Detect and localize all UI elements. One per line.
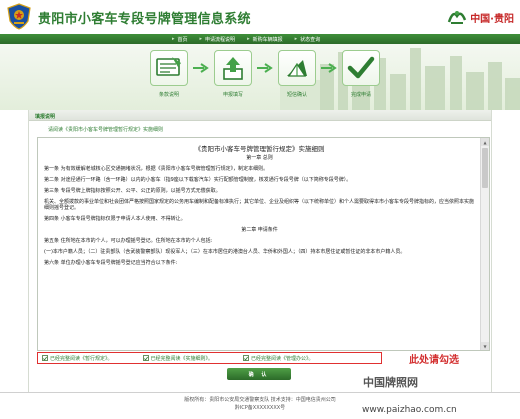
process-banner: 条款说明 申报填写 短信确认 完成申请 bbox=[0, 44, 520, 110]
doc-paragraph: 第五条 住所地在本市的个人，可以办理摇号登记。住所地在本市的个人包括: bbox=[44, 238, 213, 244]
nav-bullet-icon: ▸ bbox=[199, 36, 203, 42]
step-label: 条款说明 bbox=[158, 92, 179, 98]
agree-management-label: 已经完整阅读《管理办公》。 bbox=[251, 355, 314, 362]
agree-regulation-label: 已经完整阅读《暂行规定》。 bbox=[50, 355, 113, 362]
scrollbar-thumb[interactable] bbox=[482, 148, 488, 188]
document-scan-icon bbox=[156, 57, 181, 76]
confirm-button[interactable]: 确 认 bbox=[227, 368, 291, 380]
doc-title: 《贵阳市小客车号牌管理暂行规定》实施细则 bbox=[194, 145, 325, 153]
process-steps: 条款说明 申报填写 短信确认 完成申请 bbox=[148, 50, 382, 108]
doc-paragraph: 第二条 对途径通行一环路（含一环路）以内的小客车（指9座以下载客汽车）实行配额管… bbox=[44, 176, 352, 183]
nav-home-label: 首页 bbox=[177, 36, 188, 43]
nav-bullet-icon: ▸ bbox=[172, 36, 175, 42]
agree-regulation[interactable]: 已经完整阅读《暂行规定》。 bbox=[42, 355, 113, 362]
doc-paragraph: 第四条 小客车专段号牌指标仅限于申请人本人使用、不得转让。 bbox=[44, 216, 186, 222]
doc-paragraph: 机关、全额拨款的事业单位和社会团体严格按照国家规定的公务用车编制和配备标准执行；… bbox=[44, 198, 475, 212]
step-label: 完成申请 bbox=[350, 92, 371, 98]
nav-new-vehicle-label: 新购车辆填报 bbox=[252, 36, 283, 43]
step-label: 短信确认 bbox=[286, 92, 307, 98]
nav-status-label: 状态查询 bbox=[300, 36, 321, 43]
step-label: 申报填写 bbox=[222, 92, 243, 98]
doc-chapter-1: 第一章 总则 bbox=[246, 155, 273, 161]
scroll-down-icon[interactable]: ▼ bbox=[481, 342, 489, 350]
footer-copyright: 版权所有：贵阳市公安局交通警察支队 技术支持：中国电信贵州公司 bbox=[184, 397, 336, 403]
agree-rules-label: 已经完整阅读《实施细则》。 bbox=[150, 355, 214, 362]
system-title: 贵阳市小客车专段号牌管理信息系统 bbox=[38, 12, 251, 27]
doc-chapter-2: 第二章 申请条件 bbox=[241, 227, 278, 233]
checkmark-icon bbox=[347, 56, 375, 79]
step-arrow-icon bbox=[254, 50, 276, 86]
watermark-text: 中国牌照网 bbox=[363, 376, 418, 389]
check-icon bbox=[244, 356, 249, 360]
regulation-link[interactable]: 请阅读《贵阳市小客车号牌管理暂行规定》实施细则 bbox=[48, 126, 163, 133]
doc-scrollbar[interactable]: ▲ ▼ bbox=[480, 138, 489, 350]
agree-rules[interactable]: 已经完整阅读《实施细则》。 bbox=[142, 355, 214, 362]
scroll-up-icon[interactable]: ▲ bbox=[481, 138, 489, 146]
agreement-checkboxes: 已经完整阅读《暂行规定》。 已经完整阅读《实施细则》。 已经完整阅读《管理办公》… bbox=[37, 352, 382, 364]
section-title: 填报说明 bbox=[35, 114, 56, 120]
check-icon bbox=[143, 356, 148, 360]
nav-bullet-icon: ▸ bbox=[247, 36, 250, 42]
checkbox-rules[interactable] bbox=[142, 355, 149, 361]
paper-plane-icon bbox=[287, 60, 307, 77]
step-arrow-icon bbox=[318, 50, 340, 86]
agree-management[interactable]: 已经完整阅读《管理办公》。 bbox=[243, 355, 314, 362]
guiyang-logo-icon bbox=[448, 11, 467, 24]
header: 贵阳市小客车专段号牌管理信息系统 中国·贵阳 bbox=[0, 0, 520, 34]
nav-home[interactable]: ▸ 首页 bbox=[172, 36, 188, 43]
police-emblem-icon bbox=[7, 3, 31, 30]
doc-paragraph: 第一条 为有效缓解老城核心区交通拥堵状况，根据《贵阳市小客车号牌管理暂行规定》，… bbox=[44, 165, 269, 172]
step-fill: 申报填写 bbox=[212, 50, 254, 98]
check-hint-annotation: 此处请勾选 bbox=[409, 355, 459, 366]
nav-process[interactable]: ▸ 申请流程说明 bbox=[200, 36, 236, 43]
nav-process-label: 申请流程说明 bbox=[205, 36, 236, 43]
regulation-textbox[interactable]: 《贵阳市小客车号牌管理暂行规定》实施细则 第一章 总则 第一条 为有效缓解老城核… bbox=[37, 137, 490, 351]
doc-paragraph: 第三条 专段号牌上牌指标按照公开、公平、公正的原则，以摇号方式无偿获取。 bbox=[44, 187, 221, 194]
doc-paragraph: (一)本市户籍人员；（二）驻贵部队（含武装警察部队）现役军人；（三）在本市居住的… bbox=[44, 249, 406, 255]
regulation-text: 《贵阳市小客车号牌管理暂行规定》实施细则 第一章 总则 第一条 为有效缓解老城核… bbox=[38, 138, 481, 350]
step-terms: 条款说明 bbox=[148, 50, 190, 98]
step-done: 完成申请 bbox=[340, 50, 382, 98]
step-arrow-icon bbox=[190, 50, 212, 86]
brand-text: 中国·贵阳 bbox=[470, 13, 514, 25]
brand: 中国·贵阳 bbox=[447, 7, 514, 27]
watermark-url: www.paizhao.com.cn bbox=[362, 405, 457, 415]
doc-paragraph: 第六条 单位办理小客车专段号牌摇号登记应当符合以下条件: bbox=[44, 260, 178, 266]
nav-bullet-icon: ▸ bbox=[294, 36, 298, 42]
main-nav: ▸ 首页 ▸ 申请流程说明 ▸ 新购车辆填报 ▸ 状态查询 bbox=[0, 34, 520, 44]
nav-status[interactable]: ▸ 状态查询 bbox=[295, 36, 321, 43]
checkbox-regulation[interactable] bbox=[42, 355, 48, 361]
nav-new-vehicle[interactable]: ▸ 新购车辆填报 bbox=[247, 36, 283, 43]
upload-arrow-icon bbox=[223, 57, 243, 80]
checkbox-management[interactable] bbox=[243, 355, 250, 361]
step-sms: 短信确认 bbox=[276, 50, 318, 98]
main-content: 填报说明 请阅读《贵阳市小客车号牌管理暂行规定》实施细则 《贵阳市小客车号牌管理… bbox=[28, 110, 492, 394]
check-icon bbox=[43, 356, 47, 360]
section-header: 填报说明 bbox=[29, 110, 491, 121]
